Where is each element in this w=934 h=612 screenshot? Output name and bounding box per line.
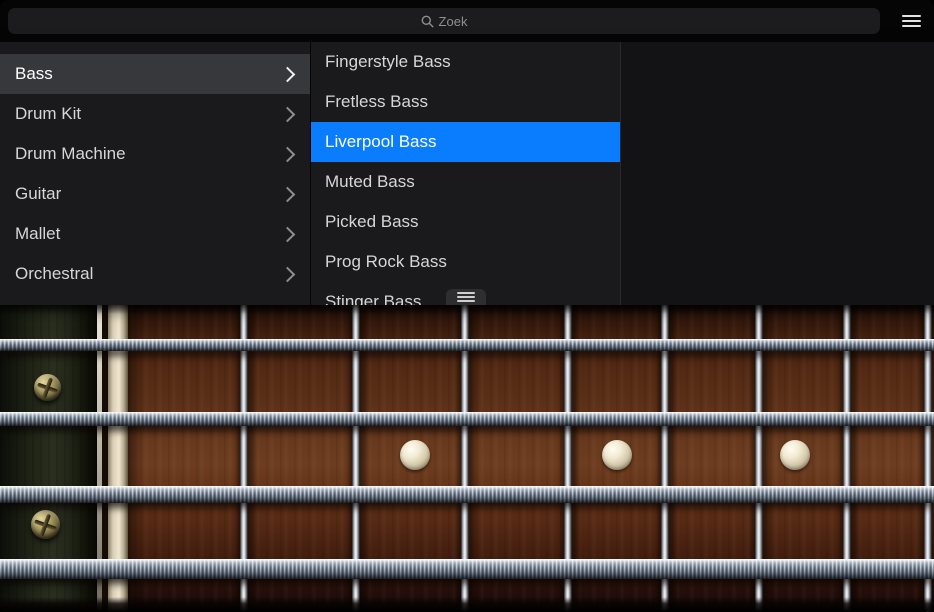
instrument-label: Liverpool Bass xyxy=(325,132,437,151)
category-label: Bass xyxy=(15,64,53,83)
list-item-liverpool-bass[interactable]: Liverpool Bass xyxy=(311,122,620,162)
instrument-label: Prog Rock Bass xyxy=(325,252,447,271)
sidebar-item-guitar[interactable]: Guitar xyxy=(0,174,310,214)
search-input[interactable]: Zoek xyxy=(8,8,880,34)
category-label: Mallet xyxy=(15,224,61,243)
bass-fretboard[interactable] xyxy=(0,305,934,612)
category-label: Orchestral xyxy=(15,264,94,283)
menu-button[interactable] xyxy=(896,8,926,34)
bass-string-1[interactable] xyxy=(0,339,934,351)
browser-drag-handle[interactable] xyxy=(445,289,486,305)
sidebar-item-drum-machine[interactable]: Drum Machine xyxy=(0,134,310,174)
fret-marker-dot xyxy=(780,440,810,470)
fret-marker-dot xyxy=(400,440,430,470)
sidebar-item-drum-kit[interactable]: Drum Kit xyxy=(0,94,310,134)
chevron-right-icon xyxy=(279,266,296,282)
category-label: Drum Kit xyxy=(15,104,82,123)
search-inner: Zoek xyxy=(421,13,468,29)
bass-string-2[interactable] xyxy=(0,412,934,426)
chevron-right-icon xyxy=(279,186,296,202)
drag-handle-icon xyxy=(456,292,475,294)
instrument-label: Fingerstyle Bass xyxy=(325,52,451,71)
instrument-label: Stinger Bass xyxy=(325,292,422,305)
list-item-muted-bass[interactable]: Muted Bass xyxy=(311,162,620,202)
instrument-browser-panel: Bass Drum Kit Drum Machine Guitar Mallet… xyxy=(0,42,934,305)
instrument-label: Muted Bass xyxy=(325,172,415,191)
list-item-fretless-bass[interactable]: Fretless Bass xyxy=(311,82,620,122)
chevron-right-icon xyxy=(279,146,296,162)
instrument-label: Picked Bass xyxy=(325,212,419,231)
sidebar-item-orchestral[interactable]: Orchestral xyxy=(0,254,310,294)
instrument-label: Fretless Bass xyxy=(325,92,428,111)
chevron-right-icon xyxy=(279,226,296,242)
category-list: Bass Drum Kit Drum Machine Guitar Mallet… xyxy=(0,42,311,305)
bass-string-4[interactable] xyxy=(0,559,934,579)
top-toolbar: Zoek xyxy=(0,0,934,42)
bass-string-3[interactable] xyxy=(0,486,934,503)
chevron-right-icon xyxy=(279,106,296,122)
category-label: Guitar xyxy=(15,184,62,203)
search-icon xyxy=(421,15,434,28)
fret-marker-dot xyxy=(602,440,632,470)
fretboard-bottom-shadow xyxy=(0,597,934,612)
neck-screw-icon xyxy=(34,374,61,401)
chevron-right-icon xyxy=(279,66,296,82)
list-item-fingerstyle-bass[interactable]: Fingerstyle Bass xyxy=(311,42,620,82)
search-placeholder: Zoek xyxy=(438,13,468,29)
garageband-sound-browser-screen: Zoek Bass Drum Kit Drum Machine Guitar M… xyxy=(0,0,934,612)
sidebar-item-mallet[interactable]: Mallet xyxy=(0,214,310,254)
category-label: Drum Machine xyxy=(15,144,126,163)
neck-screw-icon xyxy=(31,510,60,539)
list-item-prog-rock-bass[interactable]: Prog Rock Bass xyxy=(311,242,620,282)
sidebar-item-bass[interactable]: Bass xyxy=(0,54,310,94)
instrument-list: Fingerstyle Bass Fretless Bass Liverpool… xyxy=(311,42,621,305)
list-item-picked-bass[interactable]: Picked Bass xyxy=(311,202,620,242)
browser-empty-area xyxy=(621,42,934,305)
hamburger-icon xyxy=(901,15,921,17)
fretboard-top-shadow xyxy=(0,305,934,314)
